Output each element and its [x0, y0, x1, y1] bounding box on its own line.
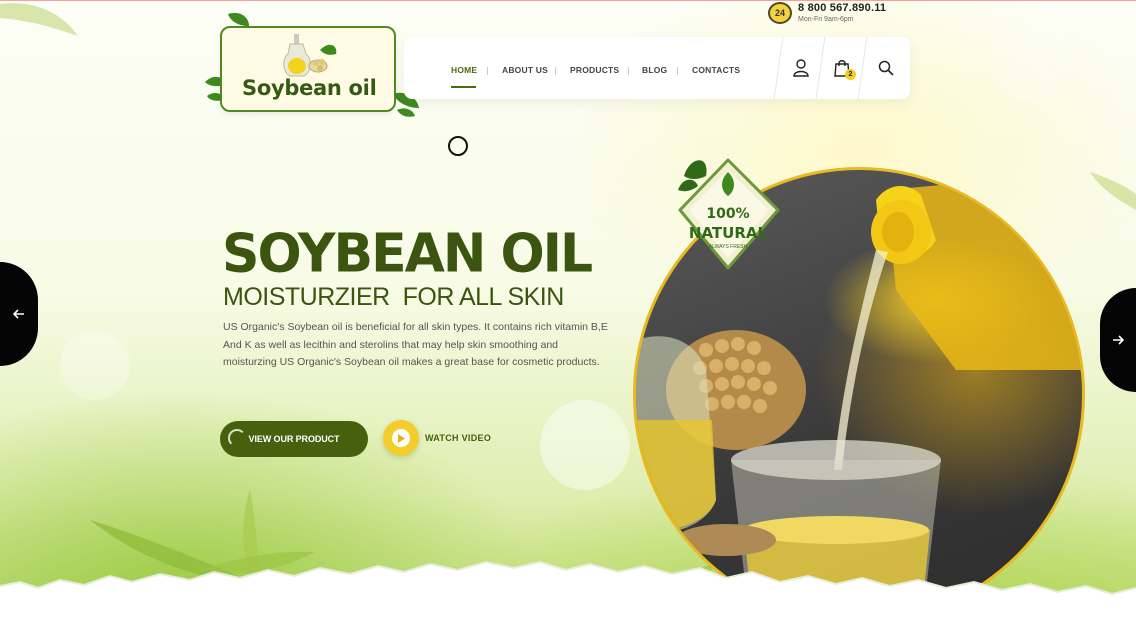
bokeh-light [60, 330, 130, 400]
view-product-label: VIEW OUR PRODUCT [248, 434, 340, 444]
hero-section: 24 8 800 567.890.11 Mon-Fri 9am-6pm Soyb… [0, 0, 1136, 636]
main-navigation: HOME ABOUT US PRODUCTS BLOG CONTACTS 2 [404, 37, 910, 99]
loading-spinner [448, 136, 468, 156]
play-icon [392, 429, 410, 447]
nav-blog[interactable]: BLOG [642, 65, 667, 75]
cart-button[interactable]: 2 [829, 55, 856, 81]
natural-badge: 100% NATURAL ALWAYS FRESH [678, 158, 780, 270]
play-circle [383, 420, 419, 456]
support-24-icon: 24 [768, 2, 792, 24]
nav-about-us[interactable]: ABOUT US [502, 65, 548, 75]
hero-subtitle: MOISTURZIER FOR ALL SKIN [223, 283, 564, 311]
view-product-button[interactable]: VIEW OUR PRODUCT [220, 421, 368, 457]
badge-percent: 100% [706, 206, 749, 222]
leaf-decoration [0, 3, 78, 36]
nav-divider [815, 37, 826, 99]
watch-video-label: WATCH VIDEO [425, 433, 492, 443]
user-account-button[interactable] [788, 55, 814, 81]
site-logo[interactable]: Soybean oil [220, 26, 396, 112]
badge-natural: NATURAL [689, 224, 768, 242]
hero-title: SOYBEAN OIL [222, 223, 593, 285]
nav-divider [857, 37, 868, 99]
nav-home[interactable]: HOME [451, 65, 477, 75]
watch-video-button[interactable]: WATCH VIDEO [383, 420, 491, 456]
phone-hours: Mon-Fri 9am-6pm [798, 16, 854, 23]
user-icon [793, 59, 809, 77]
nav-separator [628, 67, 629, 75]
nav-divider [773, 37, 784, 99]
search-icon [878, 60, 894, 76]
bokeh-light [540, 400, 630, 490]
nav-products[interactable]: PRODUCTS [570, 65, 619, 75]
arrow-right-icon [1113, 335, 1124, 345]
logo-text: Soybean oil [242, 76, 377, 100]
oil-bottle-logo-icon [283, 34, 337, 77]
cart-count-badge: 2 [845, 69, 856, 80]
slider-prev-button[interactable] [0, 262, 38, 366]
torn-paper-edge [0, 560, 1136, 636]
nav-separator [555, 67, 556, 75]
nav-separator [677, 67, 678, 75]
top-border [0, 0, 1136, 1]
leaf-decoration [1090, 172, 1136, 210]
nav-separator [487, 67, 488, 75]
hero-description: US Organic's Soybean oil is beneficial f… [223, 321, 608, 369]
button-arc-decoration [228, 429, 246, 447]
search-button[interactable] [873, 55, 899, 81]
bokeh-light [990, 20, 1070, 100]
phone-number[interactable]: 8 800 567.890.11 [798, 3, 886, 14]
phone-text: 8 800 567.890.11 Mon-Fri 9am-6pm [798, 3, 886, 24]
arrow-left-icon [13, 309, 24, 319]
active-nav-indicator [451, 86, 476, 88]
nav-contacts[interactable]: CONTACTS [692, 65, 740, 75]
slider-next-button[interactable] [1100, 288, 1136, 392]
phone-contact[interactable]: 24 8 800 567.890.11 Mon-Fri 9am-6pm [768, 0, 886, 26]
badge-tagline: ALWAYS FRESH [709, 244, 748, 250]
